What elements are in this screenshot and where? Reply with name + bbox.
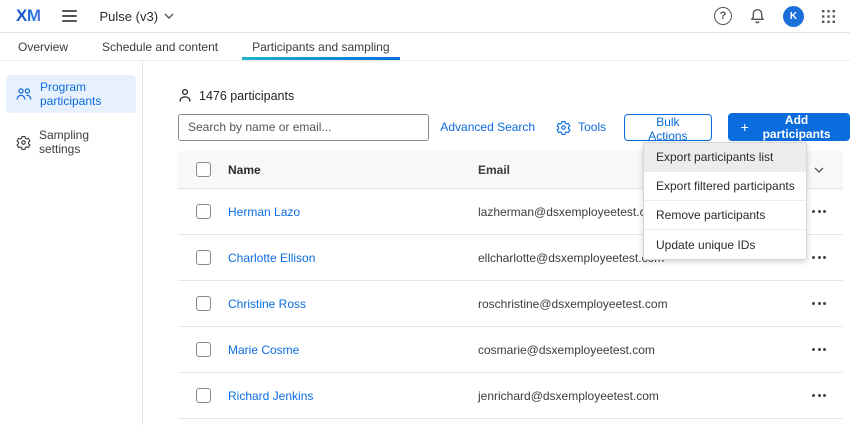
add-participants-label: Add participants xyxy=(756,113,837,141)
help-icon: ? xyxy=(714,7,732,25)
menu-item-export-participants-list[interactable]: Export participants list xyxy=(644,143,806,172)
participant-email: jenrichard@dsxemployeetest.com xyxy=(478,389,795,403)
row-menu-button[interactable] xyxy=(808,206,830,217)
tab-participants-and-sampling[interactable]: Participants and sampling xyxy=(252,33,389,60)
bulk-actions-button[interactable]: Bulk Actions xyxy=(624,114,712,141)
column-header-name: Name xyxy=(228,163,478,177)
top-bar: XM Pulse (v3) ? K xyxy=(0,0,850,33)
participants-count: 1476 participants xyxy=(178,88,850,103)
grid-icon xyxy=(821,9,836,24)
row-checkbox[interactable] xyxy=(196,388,211,403)
program-switcher[interactable]: Pulse (v3) xyxy=(100,9,175,24)
table-row: Marie Cosme cosmarie@dsxemployeetest.com xyxy=(178,327,843,373)
tab-overview[interactable]: Overview xyxy=(18,33,68,60)
advanced-search-link[interactable]: Advanced Search xyxy=(440,120,535,134)
table-row: Christine Ross roschristine@dsxemployeet… xyxy=(178,281,843,327)
row-checkbox[interactable] xyxy=(196,296,211,311)
table-row: Richard Jenkins jenrichard@dsxemployeete… xyxy=(178,373,843,419)
tools-label: Tools xyxy=(578,120,606,134)
participant-name-link[interactable]: Christine Ross xyxy=(228,297,306,311)
tab-bar: Overview Schedule and content Participan… xyxy=(0,33,850,61)
person-icon xyxy=(178,88,192,103)
avatar[interactable]: K xyxy=(783,6,804,27)
sidebar-item-sampling-settings[interactable]: Sampling settings xyxy=(6,123,136,161)
menu-item-update-unique-ids[interactable]: Update unique IDs xyxy=(644,230,806,259)
bulk-actions-menu: Export participants list Export filtered… xyxy=(643,142,807,260)
participant-name-link[interactable]: Marie Cosme xyxy=(228,343,299,357)
row-checkbox[interactable] xyxy=(196,250,211,265)
app-launcher-button[interactable] xyxy=(821,9,836,24)
sidebar-item-label: Sampling settings xyxy=(39,128,130,156)
participant-name-link[interactable]: Charlotte Ellison xyxy=(228,251,315,265)
plus-icon: + xyxy=(741,119,749,135)
sidebar-item-label: Program participants xyxy=(40,80,130,108)
row-menu-button[interactable] xyxy=(808,252,830,263)
participant-name-link[interactable]: Richard Jenkins xyxy=(228,389,313,403)
row-menu-button[interactable] xyxy=(808,298,830,309)
participants-count-label: 1476 participants xyxy=(199,89,294,103)
tools-button[interactable]: Tools xyxy=(556,120,606,135)
help-button[interactable]: ? xyxy=(714,7,732,25)
bell-icon xyxy=(749,8,766,25)
menu-item-remove-participants[interactable]: Remove participants xyxy=(644,201,806,230)
select-all-checkbox[interactable] xyxy=(196,162,211,177)
row-menu-button[interactable] xyxy=(808,344,830,355)
gear-icon xyxy=(16,135,31,150)
row-checkbox[interactable] xyxy=(196,342,211,357)
chevron-down-icon xyxy=(814,167,824,173)
search-input[interactable] xyxy=(178,114,429,141)
sidebar-item-program-participants[interactable]: Program participants xyxy=(6,75,136,113)
chevron-down-icon xyxy=(164,13,174,19)
notifications-button[interactable] xyxy=(749,8,766,25)
xm-logo: XM xyxy=(16,6,41,26)
participant-email: cosmarie@dsxemployeetest.com xyxy=(478,343,795,357)
participant-email: roschristine@dsxemployeetest.com xyxy=(478,297,795,311)
gear-icon xyxy=(556,120,571,135)
add-participants-button[interactable]: + Add participants xyxy=(728,113,850,141)
hamburger-menu-icon[interactable] xyxy=(59,7,80,25)
sidebar: Program participants Sampling settings xyxy=(0,61,143,425)
row-menu-button[interactable] xyxy=(808,390,830,401)
menu-item-export-filtered-participants[interactable]: Export filtered participants xyxy=(644,172,806,201)
program-name-label: Pulse (v3) xyxy=(100,9,159,24)
participant-name-link[interactable]: Herman Lazo xyxy=(228,205,300,219)
people-icon xyxy=(16,87,32,101)
tab-schedule-and-content[interactable]: Schedule and content xyxy=(102,33,218,60)
controls-row: Advanced Search Tools Bulk Actions + Add… xyxy=(178,113,850,141)
row-checkbox[interactable] xyxy=(196,204,211,219)
